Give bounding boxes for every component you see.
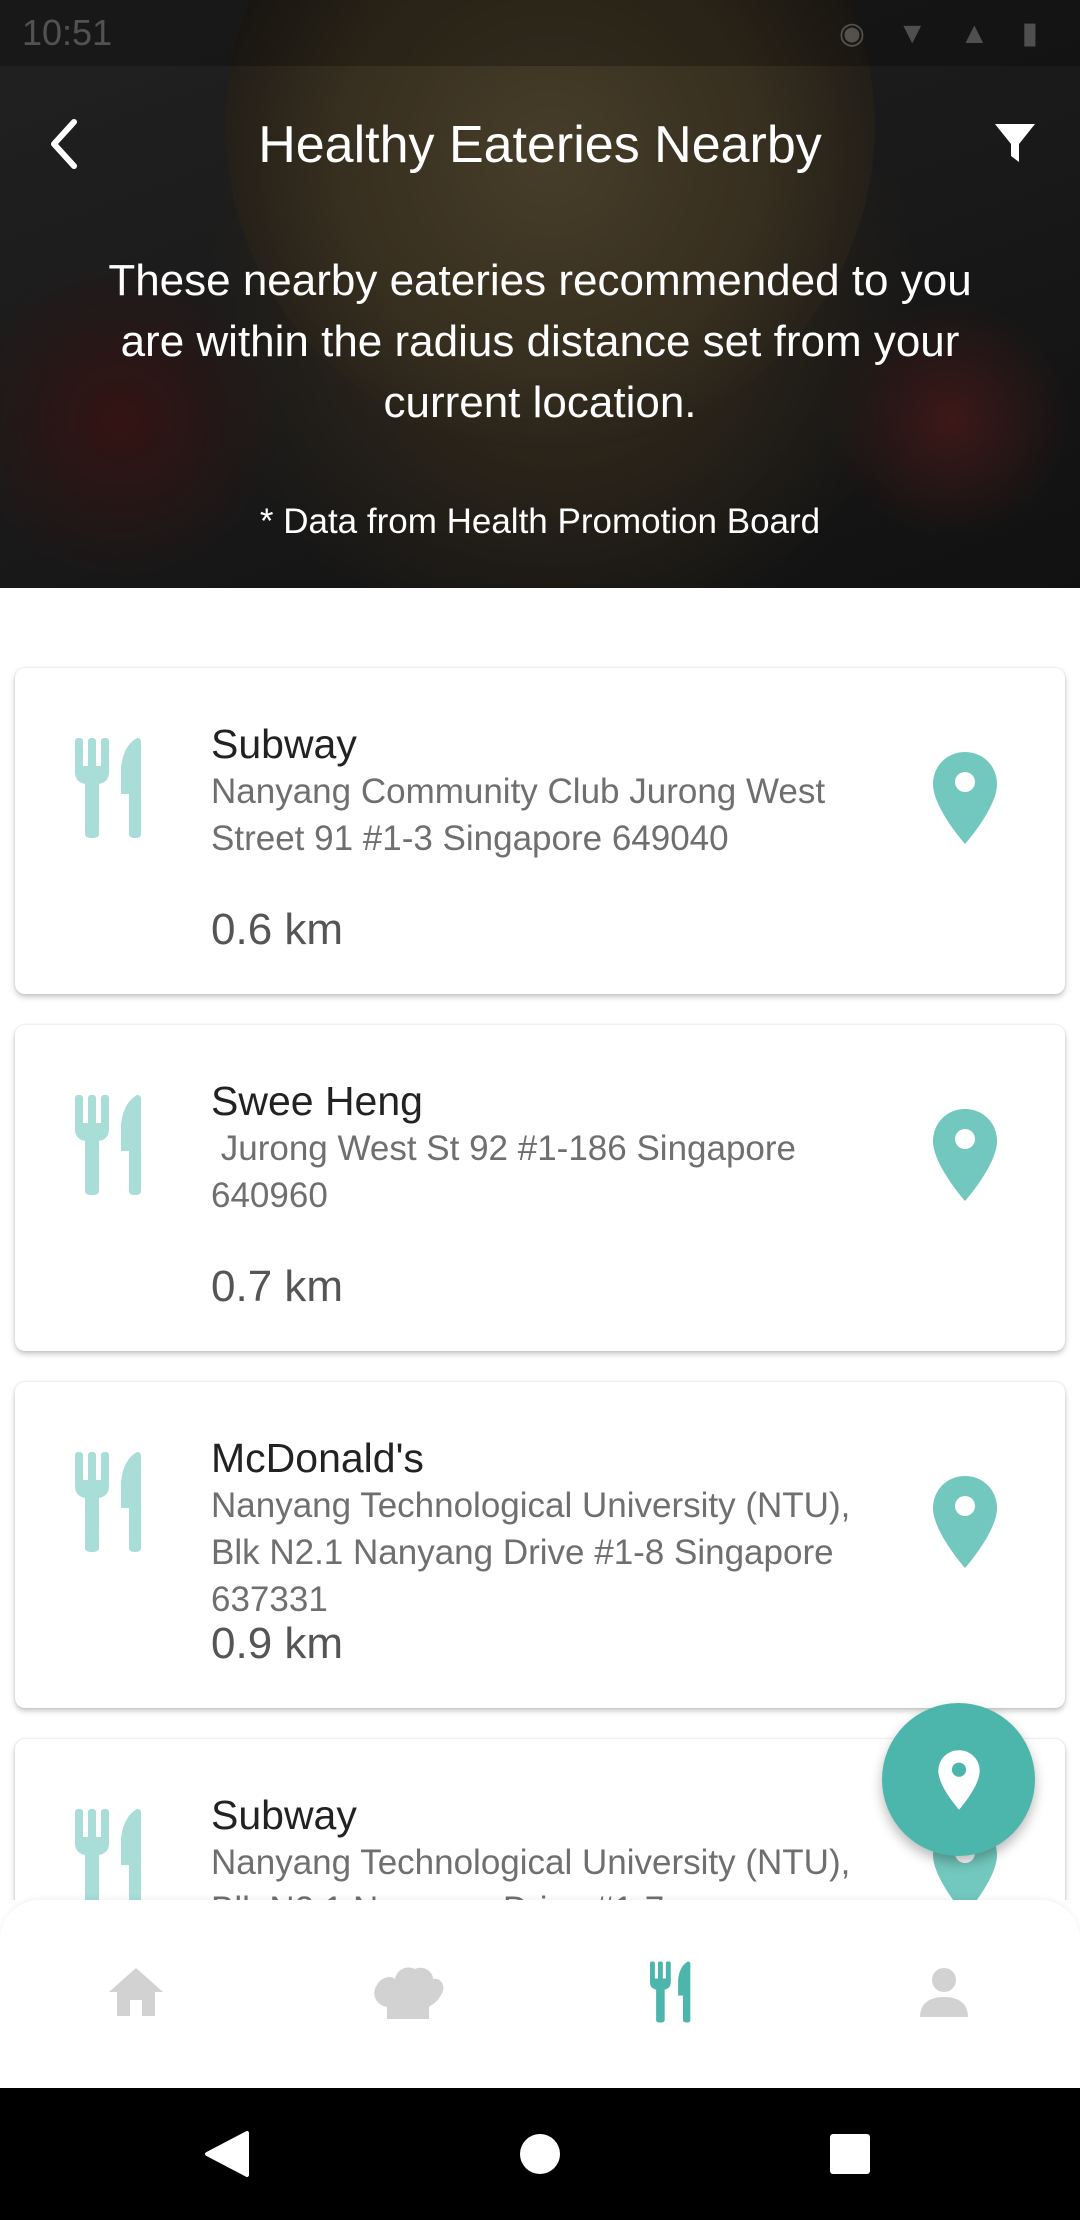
home-icon	[109, 1968, 163, 2016]
eatery-distance: 0.7 km	[211, 1262, 344, 1311]
chevron-left-icon	[51, 119, 77, 169]
map-pin-icon[interactable]	[931, 1474, 999, 1570]
nav-profile[interactable]	[904, 1952, 984, 2032]
map-pin-icon	[937, 1749, 980, 1810]
eatery-name: Swee Heng	[211, 1078, 423, 1124]
eatery-address: Nanyang Community Club Jurong West Stree…	[211, 772, 835, 858]
status-time: 10:51	[22, 12, 113, 53]
chef-hat-icon	[374, 1967, 444, 2019]
map-pin-icon[interactable]	[931, 1107, 999, 1203]
eatery-address: Nanyang Technological University (NTU), …	[211, 1486, 861, 1619]
system-back-button[interactable]	[198, 2126, 254, 2182]
page-title: Healthy Eateries Nearby	[258, 116, 822, 174]
system-navigation-bar	[0, 2088, 1080, 2220]
eatery-card[interactable]: Subway Nanyang Community Club Jurong Wes…	[15, 668, 1065, 994]
eatery-distance: 0.9 km	[211, 1619, 344, 1668]
filter-funnel-icon	[995, 124, 1035, 162]
data-source-note: * Data from Health Promotion Board	[259, 502, 821, 541]
square-recents-icon	[830, 2134, 870, 2174]
person-icon	[920, 1968, 968, 2017]
eatery-name: McDonald's	[211, 1435, 424, 1481]
eatery-name: Subway	[211, 721, 357, 767]
nav-recipes[interactable]	[368, 1952, 448, 2032]
nav-home[interactable]	[96, 1952, 176, 2032]
filter-button[interactable]	[984, 112, 1046, 174]
eatery-address: Nanyang Technological University (NTU), …	[211, 1843, 851, 1900]
system-home-button[interactable]	[512, 2126, 568, 2182]
fork-knife-icon	[75, 1095, 141, 1195]
system-recents-button[interactable]	[822, 2126, 878, 2182]
fork-knife-icon	[75, 1452, 141, 1552]
eatery-distance: 0.6 km	[211, 905, 344, 954]
eatery-card[interactable]: Swee Heng Jurong West St 92 #1-186 Singa…	[15, 1025, 1065, 1351]
screen: 10:51 ◉ ▼ ▲ ▮ Healthy Eateries Nearby Th…	[0, 0, 1080, 2220]
triangle-back-icon	[205, 2131, 249, 2177]
map-pin-icon[interactable]	[931, 750, 999, 846]
eatery-card[interactable]: McDonald's Nanyang Technological Univers…	[15, 1382, 1065, 1708]
map-view-fab[interactable]	[882, 1703, 1035, 1856]
fork-knife-icon	[75, 1809, 141, 1900]
fork-knife-icon	[75, 738, 141, 838]
eatery-address: Jurong West St 92 #1-186 Singapore 64096…	[211, 1129, 806, 1215]
status-icons: ◉ ▼ ▲ ▮	[838, 17, 1050, 50]
nav-eateries[interactable]	[632, 1952, 712, 2032]
bottom-navigation	[0, 1900, 1080, 2088]
back-button[interactable]	[36, 112, 92, 176]
eatery-list[interactable]: Subway Nanyang Community Club Jurong Wes…	[0, 588, 1080, 1900]
status-bar: 10:51 ◉ ▼ ▲ ▮	[0, 0, 1080, 66]
fork-knife-icon	[650, 1961, 691, 2023]
header-description: These nearby eateries recommended to you…	[108, 256, 972, 427]
circle-home-icon	[520, 2134, 560, 2174]
eatery-name: Subway	[211, 1792, 357, 1838]
hero-header: 10:51 ◉ ▼ ▲ ▮ Healthy Eateries Nearby Th…	[0, 0, 1080, 588]
